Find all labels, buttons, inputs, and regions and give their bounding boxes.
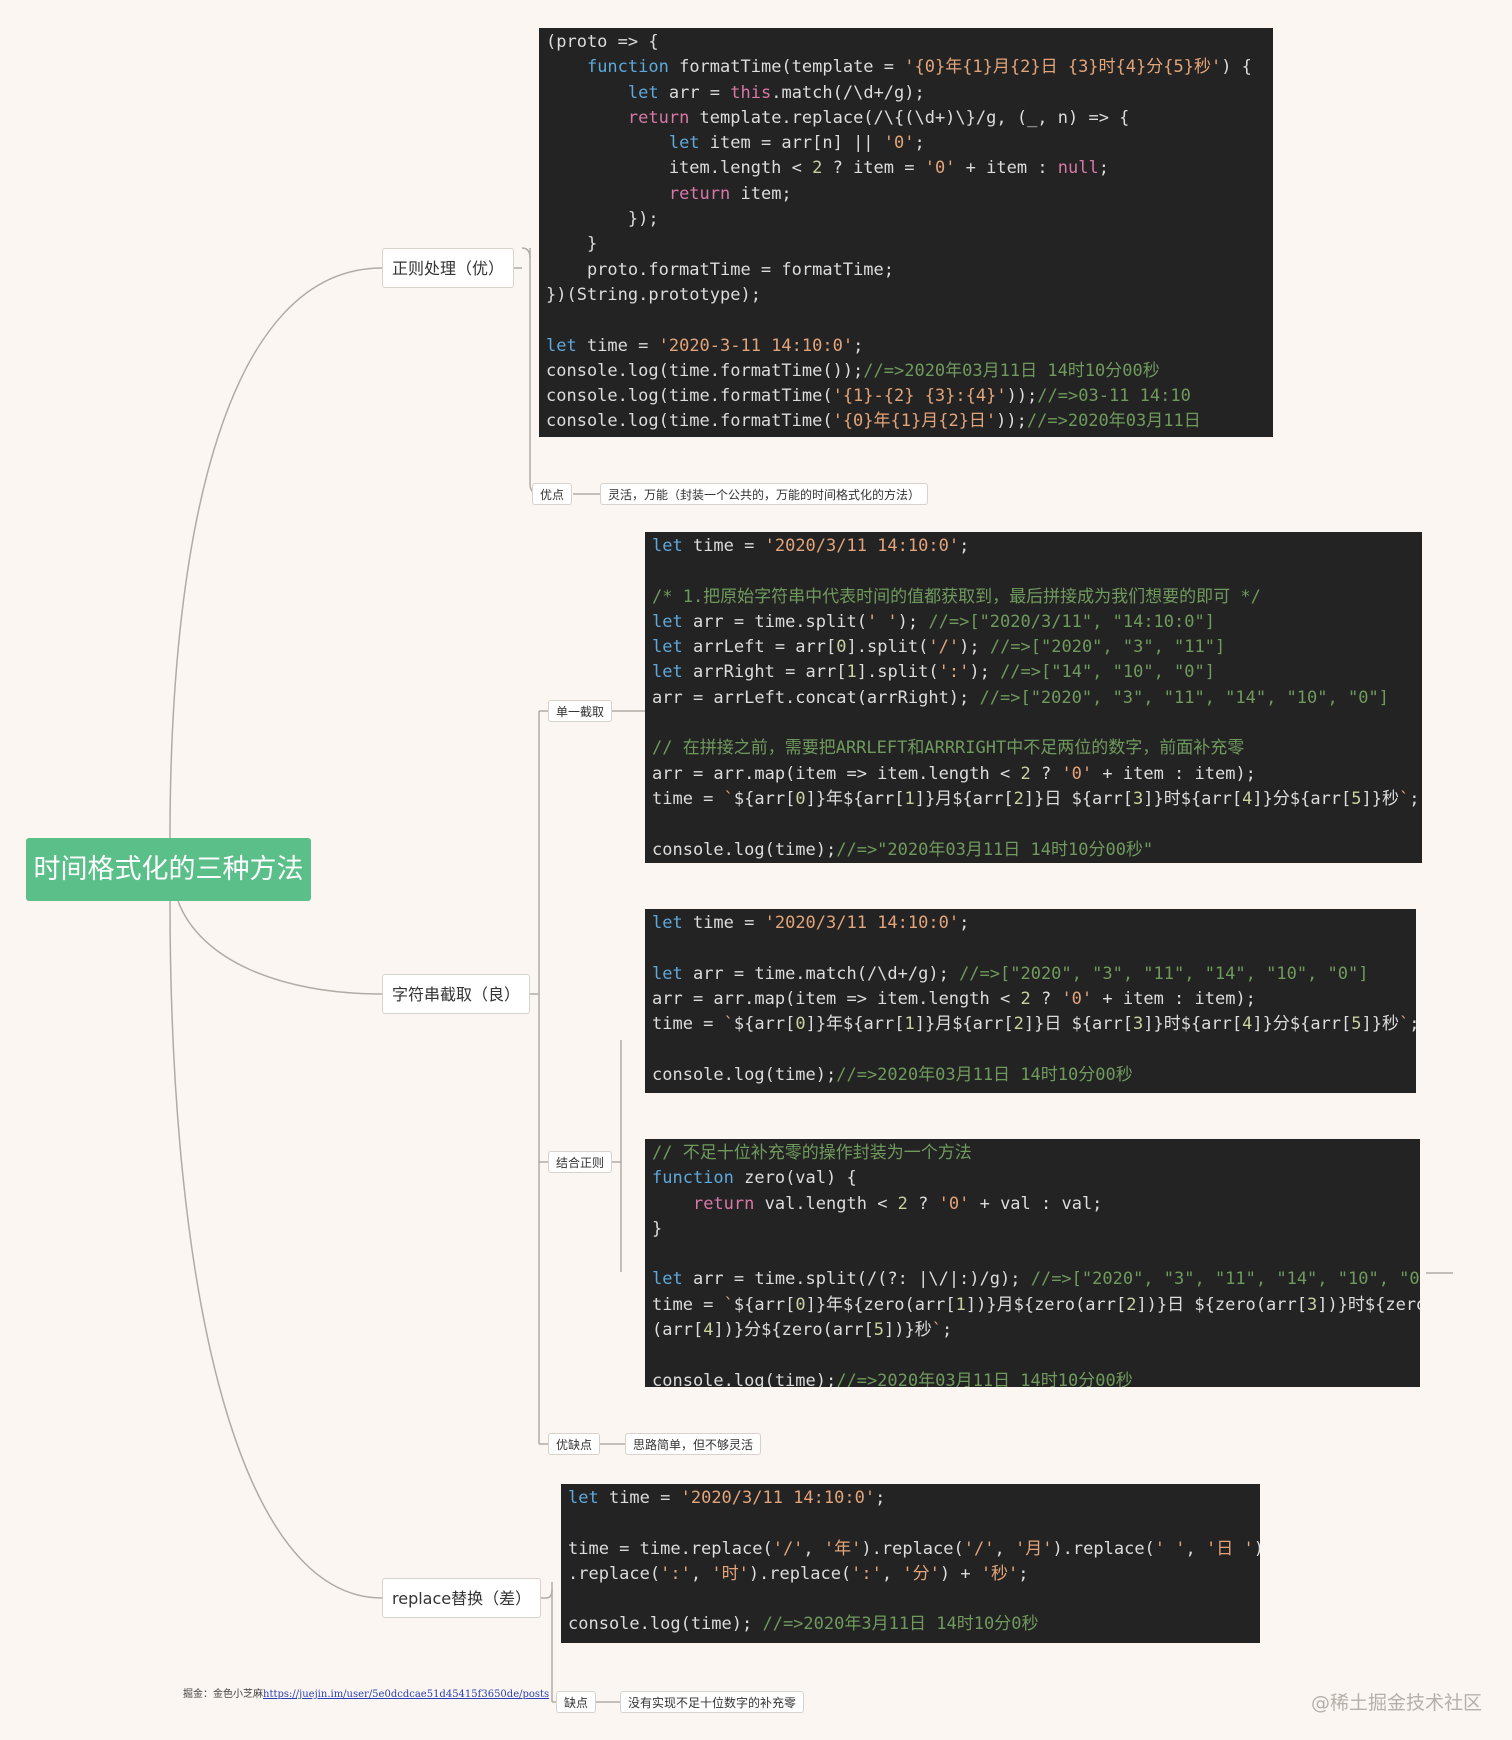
code-line: console.log(time.formatTime());//=>2020年…	[546, 360, 1160, 381]
tag-substr-pros-cons[interactable]: 优缺点	[548, 1433, 601, 1455]
branch-regex[interactable]: 正则处理（优）	[382, 248, 515, 288]
tag-combine-regex[interactable]: 结合正则	[548, 1151, 613, 1173]
code-line: let arr = time.match(/\d+/g); //=>["2020…	[652, 963, 1369, 984]
branch-replace[interactable]: replace替换（差）	[382, 1578, 542, 1618]
root-node[interactable]: 时间格式化的三种方法	[26, 838, 311, 901]
code-line: ​	[652, 1037, 1409, 1062]
code-line: console.log(time);//=>"2020年03月11日 14时10…	[652, 839, 1154, 860]
code-line: console.log(time.formatTime('{0}年{1}月{2}…	[546, 411, 1201, 432]
code-line: arr = arr.map(item => item.length < 2 ? …	[652, 988, 1256, 1009]
code-line: function zero(val) {	[652, 1168, 857, 1189]
code-line: }	[546, 234, 598, 255]
code-line: return item;	[668, 183, 792, 204]
code-line: arr = arr.map(item => item.length < 2 ? …	[652, 763, 1256, 784]
code-line: ​	[652, 1242, 1413, 1267]
code-line: ​	[652, 812, 1415, 837]
code-line: return val.length < 2 ? '0' + val : val;	[692, 1193, 1103, 1214]
credit-link[interactable]: https://juejin.im/user/5e0dcdcae51d45415…	[263, 1689, 549, 1700]
code-line: function formatTime(template = '{0}年{1}月…	[586, 57, 1252, 78]
code-line: let time = '2020-3-11 14:10:0';	[546, 335, 864, 356]
code-line: ​	[568, 1587, 1253, 1612]
tag-regex-pros[interactable]: 优点	[532, 483, 573, 505]
code-block-regex: (proto => { function formatTime(template…	[539, 28, 1273, 437]
watermark: @稀土掘金技术社区	[1310, 1692, 1482, 1714]
code-block-combine-split: // 不足十位补充零的操作封装为一个方法 function zero(val) {…	[645, 1139, 1420, 1387]
code-line: proto.formatTime = formatTime;	[546, 259, 894, 280]
tag-substr-pros-cons-text[interactable]: 思路简单，但不够灵活	[625, 1433, 762, 1455]
code-line: // 不足十位补充零的操作封装为一个方法	[652, 1143, 972, 1163]
code-line: ​	[652, 559, 1415, 584]
code-line: let arr = this.match(/\d+/g);	[627, 82, 925, 103]
code-line: console.log(time); //=>2020年3月11日 14时10分…	[568, 1614, 1039, 1635]
code-line: });	[546, 209, 659, 230]
code-line: let arrRight = arr[1].split(':'); //=>["…	[652, 662, 1215, 683]
code-line: console.log(time);//=>2020年03月11日 14时10分…	[652, 1064, 1133, 1085]
code-line: ​	[652, 936, 1409, 961]
code-line: ​	[652, 1343, 1413, 1368]
code-line: let time = '2020/3/11 14:10:0';	[652, 536, 970, 556]
code-line: ​	[546, 308, 1266, 333]
code-line: time = `${arr[0]}年${arr[1]}月${arr[2]}日 $…	[652, 788, 1420, 809]
code-line: let arrLeft = arr[0].split('/'); //=>["2…	[652, 637, 1226, 658]
tag-single-cut[interactable]: 单一截取	[548, 700, 613, 722]
code-line: arr = arrLeft.concat(arrRight); //=>["20…	[652, 687, 1389, 708]
code-line: return template.replace(/\{(\d+)\}/g, (_…	[627, 107, 1130, 128]
code-line: time = `${arr[0]}年${zero(arr[1])}月${zero…	[652, 1294, 1420, 1315]
code-line: let arr = time.split(' '); //=>["2020/3/…	[652, 611, 1215, 632]
code-line: ​	[652, 711, 1415, 736]
code-line: let time = '2020/3/11 14:10:0';	[652, 913, 970, 933]
tag-replace-cons[interactable]: 缺点	[556, 1691, 597, 1713]
code-line: (arr[4])}分${zero(arr[5])}秒`;	[652, 1320, 953, 1341]
code-line: time = `${arr[0]}年${arr[1]}月${arr[2]}日 $…	[652, 1014, 1416, 1035]
code-line: .replace(':', '时').replace(':', '分') + '…	[568, 1563, 1029, 1584]
code-line: }	[652, 1218, 663, 1239]
code-block-combine-match: let time = '2020/3/11 14:10:0';​let arr …	[645, 909, 1416, 1093]
code-line: item.length < 2 ? item = '0' + item : nu…	[546, 158, 1109, 179]
credit-author: 掘金：金色小芝麻	[183, 1689, 263, 1700]
code-line: /* 1.把原始字符串中代表时间的值都获取到，最后拼接成为我们想要的即可 */	[652, 586, 1261, 607]
code-line: (proto => {	[546, 32, 659, 52]
tag-replace-cons-text[interactable]: 没有实现不足十位数字的补充零	[620, 1691, 805, 1713]
tag-regex-pros-text[interactable]: 灵活，万能（封装一个公共的，万能的时间格式化的方法）	[600, 483, 929, 505]
code-line: let arr = time.split(/(?: |\/|:)/g); //=…	[652, 1269, 1420, 1290]
code-block-single-cut: let time = '2020/3/11 14:10:0';​/* 1.把原始…	[645, 532, 1422, 863]
branch-substr[interactable]: 字符串截取（良）	[382, 974, 531, 1014]
code-line: console.log(time.formatTime('{1}-{2} {3}…	[546, 386, 1191, 407]
code-line: let item = arr[n] || '0';	[668, 133, 925, 154]
code-line: let time = '2020/3/11 14:10:0';	[568, 1488, 886, 1508]
code-line: time = time.replace('/', '年').replace('/…	[568, 1538, 1260, 1559]
code-block-replace: let time = '2020/3/11 14:10:0';​time = t…	[561, 1484, 1260, 1643]
credit-line: 掘金：金色小芝麻https://juejin.im/user/5e0dcdcae…	[183, 1685, 549, 1700]
code-line: console.log(time);//=>2020年03月11日 14时10分…	[652, 1370, 1133, 1387]
code-line: // 在拼接之前，需要把ARRLEFT和ARRRIGHT中不足两位的数字，前面补…	[652, 738, 1245, 759]
code-line: })(String.prototype);	[546, 284, 761, 305]
code-line: ​	[568, 1511, 1253, 1536]
